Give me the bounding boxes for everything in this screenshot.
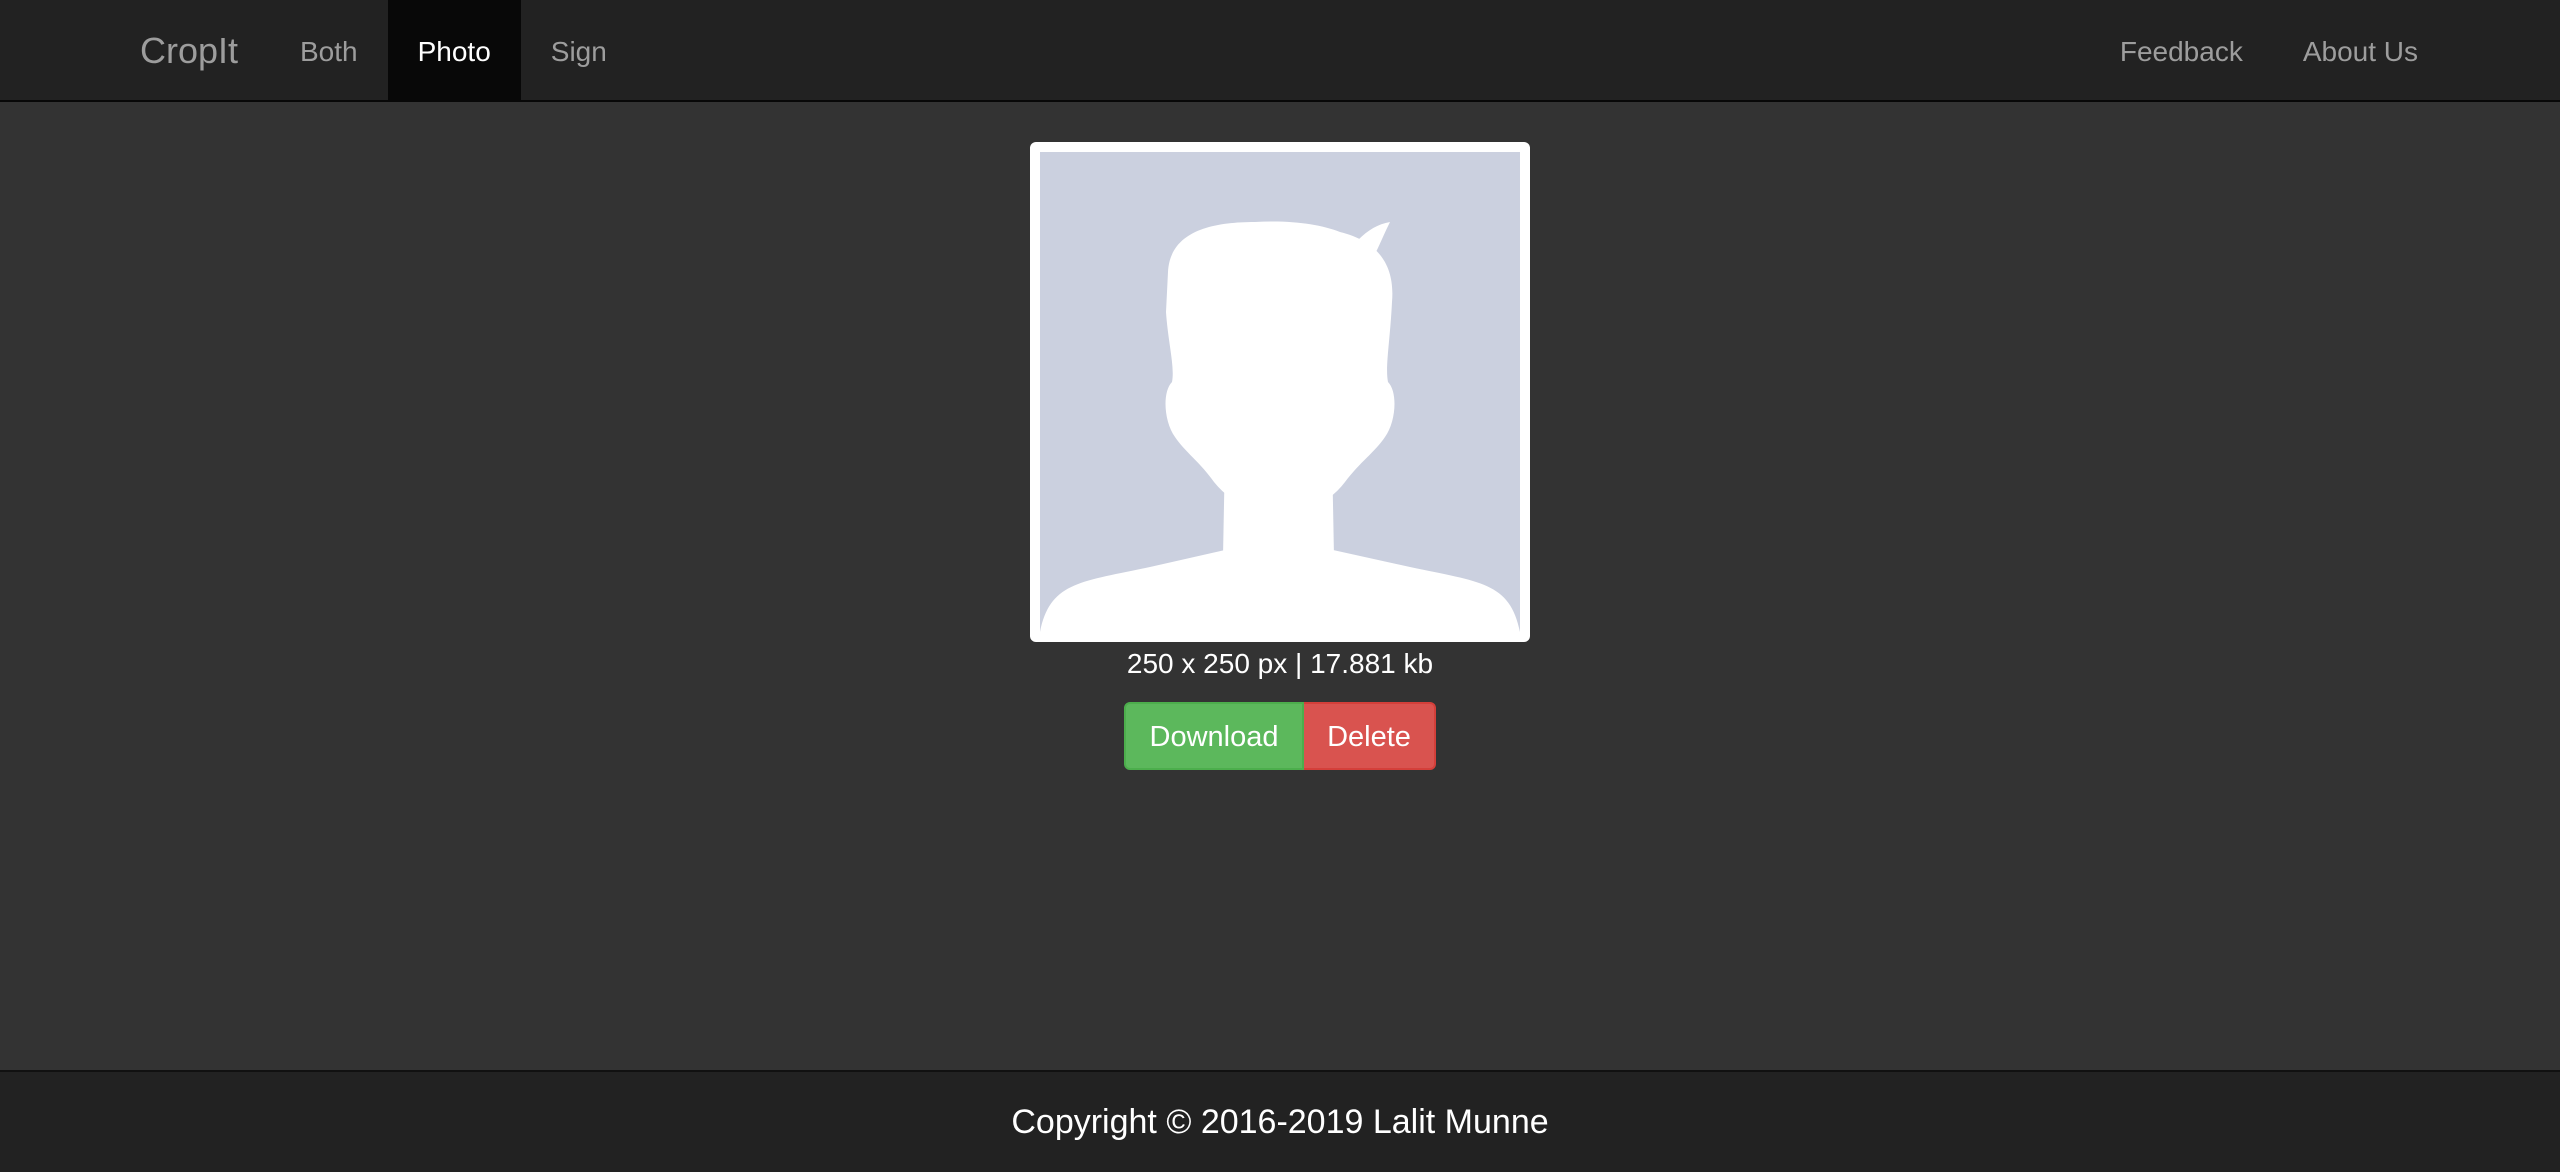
download-button[interactable]: Download: [1124, 702, 1304, 770]
nav-right: Feedback About Us: [2090, 0, 2448, 102]
nav-item-about-us[interactable]: About Us: [2273, 0, 2448, 100]
photo-preview: [1030, 142, 1530, 642]
image-info: 250 x 250 px | 17.881 kb: [1126, 648, 1434, 679]
delete-button[interactable]: Delete: [1304, 702, 1436, 770]
nav-item-feedback[interactable]: Feedback: [2090, 0, 2273, 100]
nav-left: Both Photo Sign: [270, 0, 637, 102]
nav-item-photo[interactable]: Photo: [387, 0, 521, 100]
main-content: 250 x 250 px | 17.881 kb Download Delete: [0, 102, 2560, 1070]
action-buttons: Download Delete: [1124, 702, 1436, 770]
avatar-placeholder-icon: [1040, 152, 1520, 632]
nav-item-sign[interactable]: Sign: [521, 0, 637, 100]
footer: Copyright © 2016-2019 Lalit Munne: [0, 1070, 2560, 1172]
top-navbar: CropIt Both Photo Sign Feedback About Us: [0, 0, 2560, 102]
copyright-text: Copyright © 2016-2019 Lalit Munne: [1011, 1103, 1549, 1141]
brand-link[interactable]: CropIt: [140, 0, 238, 102]
nav-item-both[interactable]: Both: [270, 0, 388, 100]
